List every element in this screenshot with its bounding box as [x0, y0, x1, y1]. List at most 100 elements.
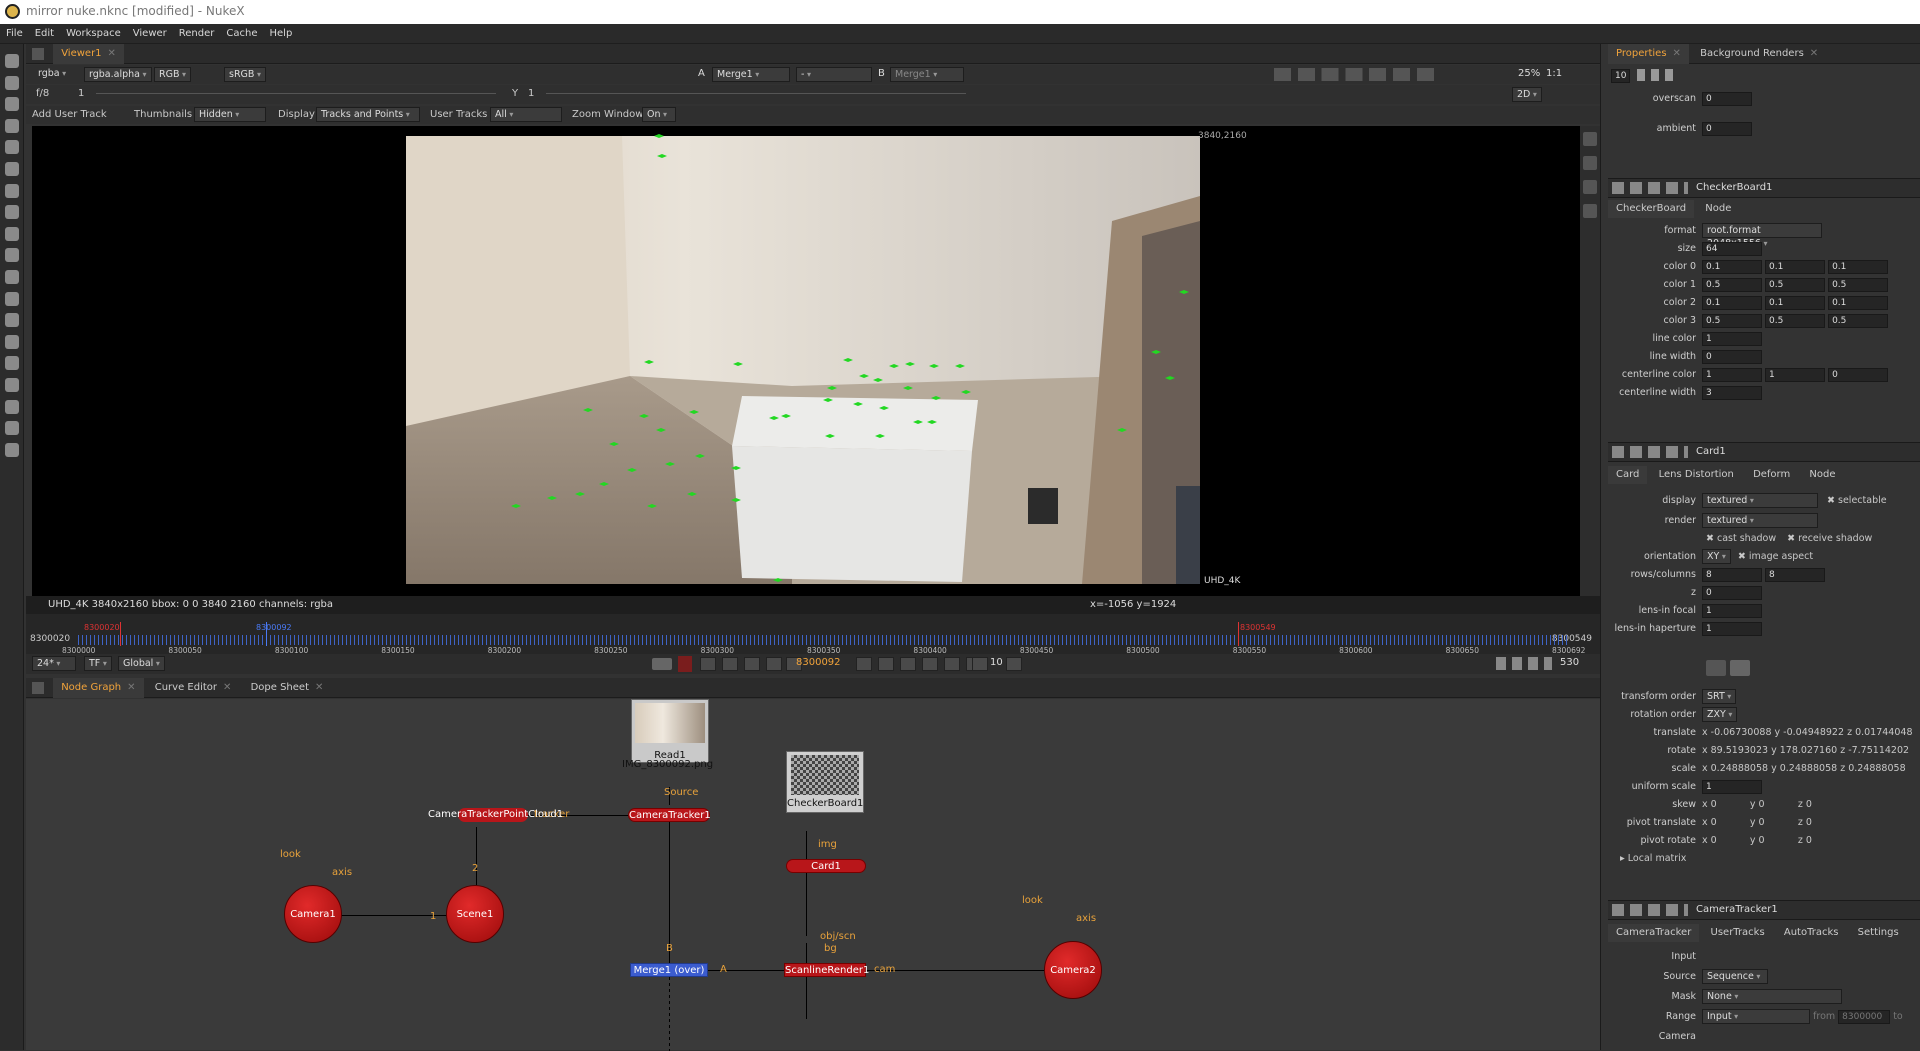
close-icon[interactable]: ✕ — [315, 682, 323, 693]
track-point[interactable] — [1179, 290, 1189, 294]
transform-handle-icon[interactable] — [1706, 660, 1726, 676]
selectable-checkbox[interactable]: ✖ selectable — [1827, 495, 1887, 506]
menu-workspace[interactable]: Workspace — [60, 24, 127, 44]
track-point[interactable] — [927, 420, 937, 424]
panel-menu-icon[interactable] — [32, 682, 44, 694]
track-point[interactable] — [889, 364, 899, 368]
tf-dropdown[interactable]: TF — [84, 656, 112, 671]
input-op-dropdown[interactable]: - — [796, 67, 872, 82]
colorspace-dropdown[interactable]: RGB — [154, 67, 192, 82]
zoom-window-dropdown[interactable]: On — [642, 107, 676, 122]
lenshap-field[interactable]: 1 — [1702, 621, 1762, 636]
time-tool-icon[interactable] — [5, 97, 19, 112]
skew-fields[interactable]: x 0 y 0 z 0 — [1702, 796, 1812, 814]
skip-back-button[interactable] — [972, 657, 988, 671]
pivot-translate-fields[interactable]: x 0 y 0 z 0 — [1702, 814, 1812, 832]
track-point[interactable] — [823, 398, 833, 402]
panel-menu-icon[interactable] — [32, 48, 44, 60]
rotate-fields[interactable]: x 89.5193023 y 178.027160 z -7.75114202 — [1702, 742, 1909, 760]
zoom-value[interactable]: 25% — [1518, 68, 1540, 79]
node-control-icons[interactable] — [1612, 182, 1688, 194]
prev-increment-button[interactable] — [744, 657, 760, 671]
tab-node[interactable]: Node — [1801, 466, 1843, 484]
orientation-dropdown[interactable]: XY — [1702, 549, 1731, 564]
tab-usertracks[interactable]: UserTracks — [1703, 924, 1773, 942]
node-control-icons[interactable] — [1612, 904, 1688, 916]
tab-autotracks[interactable]: AutoTracks — [1776, 924, 1847, 942]
gain-slider[interactable] — [96, 93, 496, 94]
track-point[interactable] — [689, 410, 699, 414]
last-frame-button[interactable] — [944, 657, 960, 671]
menu-file[interactable]: File — [0, 24, 29, 44]
tab-dope-sheet[interactable]: Dope Sheet ✕ — [243, 678, 332, 698]
track-point[interactable] — [547, 496, 557, 500]
tab-settings[interactable]: Settings — [1850, 924, 1907, 942]
play-forward-button[interactable] — [856, 657, 872, 671]
track-point[interactable] — [1165, 376, 1175, 380]
track-point[interactable] — [575, 492, 585, 496]
in-marker[interactable] — [120, 622, 121, 646]
checkerboard1-header[interactable]: CheckerBoard1 — [1608, 178, 1920, 198]
record-button[interactable] — [678, 656, 692, 672]
track-point[interactable] — [665, 462, 675, 466]
track-point[interactable] — [929, 364, 939, 368]
input-b-dropdown[interactable]: Merge1 — [890, 67, 964, 82]
from-field[interactable]: 8300000 — [1838, 1009, 1891, 1024]
track-point[interactable] — [781, 414, 791, 418]
centerlinewidth-field[interactable]: 3 — [1702, 385, 1762, 400]
tab-deform[interactable]: Deform — [1745, 466, 1798, 484]
viewer-tool-icons[interactable] — [1274, 68, 1444, 81]
ratio-value[interactable]: 1:1 — [1546, 68, 1562, 79]
playback-option-icons[interactable] — [1496, 657, 1552, 670]
track-point[interactable] — [639, 414, 649, 418]
tab-viewer1[interactable]: Viewer1 ✕ — [53, 44, 124, 64]
global-dropdown[interactable]: Global — [118, 656, 165, 671]
cameratracker1-header[interactable]: CameraTracker1 — [1608, 900, 1920, 920]
viewer-tool-icon[interactable] — [5, 54, 19, 68]
linewidth-field[interactable]: 0 — [1702, 349, 1762, 364]
checkerboard1-name[interactable]: CheckerBoard1 — [1696, 182, 1772, 193]
image-aspect-checkbox[interactable]: ✖ image aspect — [1738, 551, 1813, 562]
cameratracker1-name[interactable]: CameraTracker1 — [1696, 904, 1778, 915]
linecolor-field[interactable]: 1 — [1702, 331, 1762, 346]
menu-viewer[interactable]: Viewer — [127, 24, 173, 44]
next-increment-button[interactable] — [900, 657, 916, 671]
track-point[interactable] — [955, 364, 965, 368]
lensfocal-field[interactable]: 1 — [1702, 603, 1762, 618]
current-frame-field[interactable]: 8300092 — [796, 657, 841, 668]
camera2-node[interactable]: Camera2 — [1044, 941, 1102, 999]
thumbnails-dropdown[interactable]: Hidden — [194, 107, 266, 122]
track-point[interactable] — [859, 374, 869, 378]
track-point[interactable] — [647, 504, 657, 508]
tab-node[interactable]: Node — [1697, 200, 1739, 218]
metadata-tool-icon[interactable] — [5, 334, 19, 349]
track-point[interactable] — [695, 454, 705, 458]
track-point[interactable] — [961, 390, 971, 394]
next-keyframe-button[interactable] — [922, 657, 938, 671]
gamma-slider[interactable] — [546, 93, 966, 94]
ofx-tool-icon[interactable] — [5, 421, 19, 436]
prev-keyframe-button[interactable] — [722, 657, 738, 671]
viewer-canvas[interactable]: 3840,2160 UHD_4K — [32, 126, 1582, 596]
scale-fields[interactable]: x 0.24888058 y 0.24888058 z 0.24888058 — [1702, 760, 1906, 778]
cols-field[interactable]: 8 — [1765, 567, 1826, 582]
track-point[interactable] — [654, 134, 664, 138]
deep-tool-icon[interactable] — [5, 291, 19, 306]
track-point[interactable] — [657, 154, 667, 158]
loop-icon[interactable] — [652, 658, 672, 670]
skip-forward-button[interactable] — [1006, 657, 1022, 671]
paint-tool-icon[interactable] — [5, 75, 19, 90]
out-marker[interactable] — [1238, 622, 1239, 646]
track-point[interactable] — [644, 360, 654, 364]
cast-shadow-checkbox[interactable]: ✖ cast shadow — [1706, 533, 1776, 544]
tab-node-graph[interactable]: Node Graph ✕ — [53, 678, 144, 698]
menu-cache[interactable]: Cache — [220, 24, 263, 44]
track-point[interactable] — [931, 396, 941, 400]
mode-2d-dropdown[interactable]: 2D — [1512, 87, 1542, 102]
card1-name[interactable]: Card1 — [1696, 446, 1726, 457]
first-frame-button[interactable] — [700, 657, 716, 671]
display-dropdown[interactable]: textured — [1702, 493, 1818, 508]
track-point[interactable] — [733, 362, 743, 366]
track-point[interactable] — [905, 362, 915, 366]
filter-tool-icon[interactable] — [5, 162, 19, 176]
